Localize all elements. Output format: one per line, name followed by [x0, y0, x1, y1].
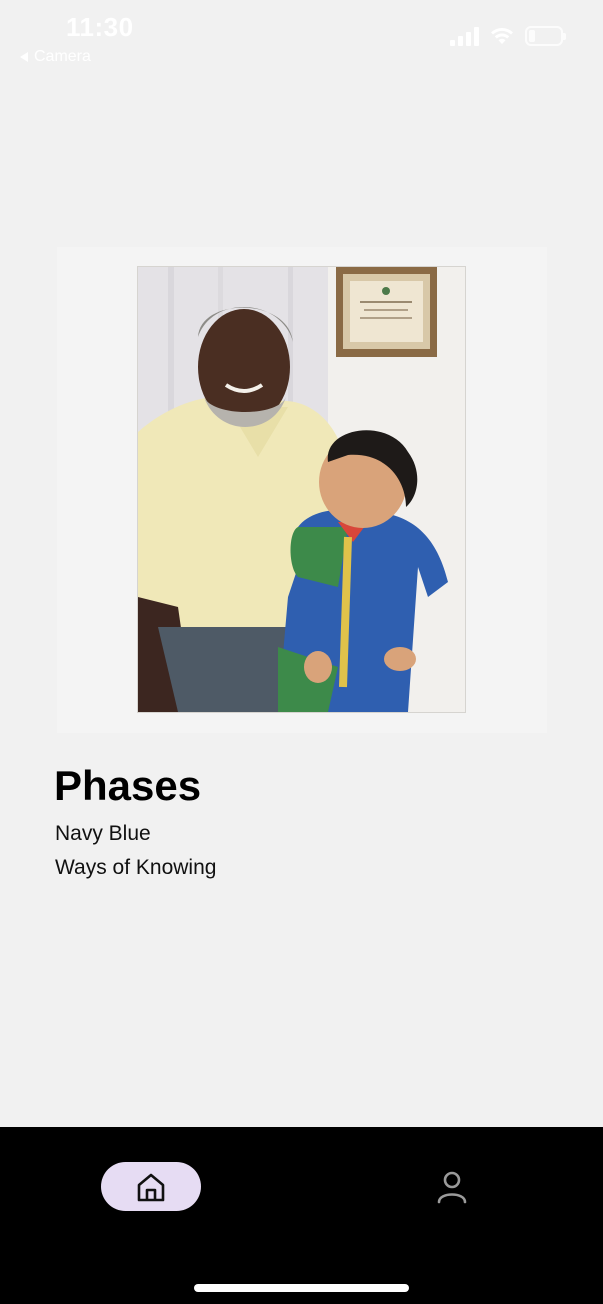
bottom-navigation-bar: [0, 1127, 603, 1304]
status-icons: [450, 26, 566, 46]
back-label: Camera: [34, 48, 91, 65]
home-icon: [137, 1173, 165, 1201]
artist-name[interactable]: Navy Blue: [55, 822, 151, 846]
album-label: Ways of Knowing: [55, 856, 217, 879]
status-bar: 11:30 Camera: [0, 0, 603, 80]
back-arrow-icon: [20, 52, 28, 62]
home-indicator: [194, 1284, 409, 1292]
profile-icon: [437, 1171, 467, 1204]
battery-icon: [525, 26, 566, 46]
nav-home-button[interactable]: [101, 1162, 201, 1211]
cellular-signal-icon: [450, 26, 479, 46]
wifi-icon: [491, 28, 513, 44]
nav-profile-button[interactable]: [432, 1167, 472, 1207]
album-title: Phases: [54, 762, 202, 809]
back-to-camera-link[interactable]: Camera: [20, 48, 91, 66]
album-artwork-photo: [138, 267, 465, 712]
status-time: 11:30: [66, 12, 134, 42]
